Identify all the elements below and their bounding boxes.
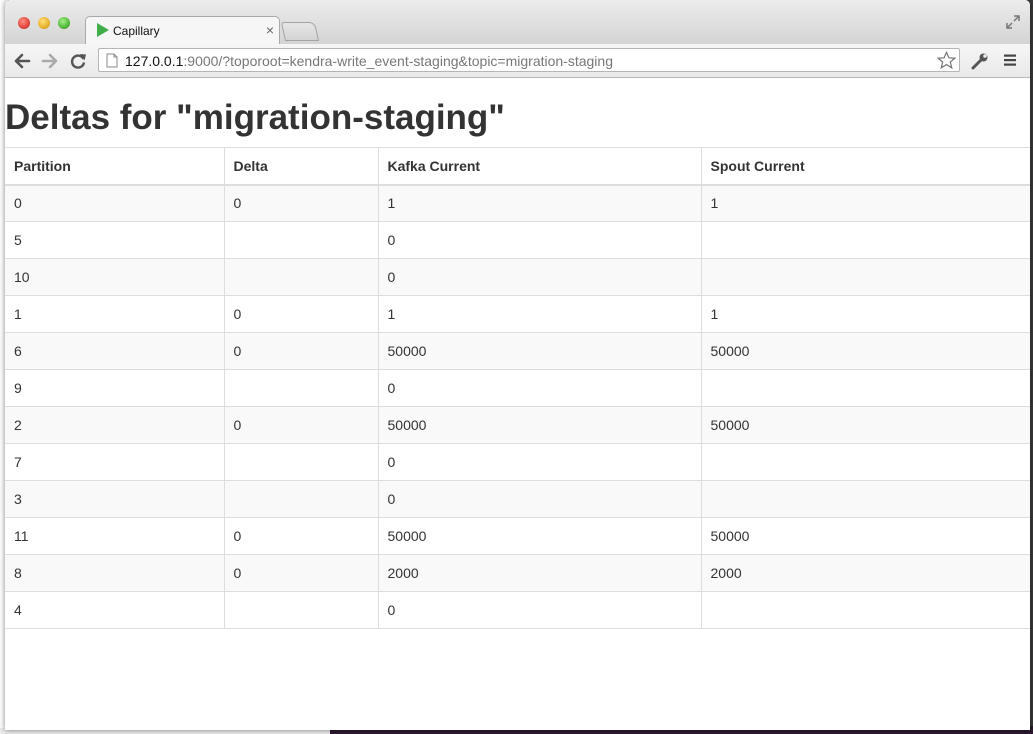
- table-row: 11 0 50000 50000: [5, 517, 1030, 555]
- cell-kafka-current: 0: [378, 258, 702, 296]
- browser-window: Capillary × 127.0.0.1:9000/?toporoot=ken…: [5, 0, 1030, 730]
- cell-kafka-current: 0: [378, 591, 702, 629]
- cell-spout-current: 2000: [701, 554, 1030, 592]
- reload-icon[interactable]: [69, 52, 87, 70]
- cell-partition: 7: [5, 443, 225, 481]
- table-row: 5 0: [5, 221, 1030, 259]
- cell-partition: 6: [5, 332, 225, 370]
- table-row: 3 0: [5, 480, 1030, 518]
- close-window-button[interactable]: [18, 17, 30, 29]
- cell-delta: [224, 591, 379, 629]
- cell-spout-current: 1: [701, 184, 1030, 222]
- menu-icon[interactable]: [1003, 53, 1017, 67]
- cell-kafka-current: 0: [378, 369, 702, 407]
- cell-partition: 5: [5, 221, 225, 259]
- cell-delta: 0: [224, 184, 379, 222]
- cell-delta: [224, 221, 379, 259]
- cell-delta: 0: [224, 554, 379, 592]
- cell-partition: 3: [5, 480, 225, 518]
- url-text: 127.0.0.1:9000/?toporoot=kendra-write_ev…: [125, 53, 613, 69]
- minimize-window-button[interactable]: [38, 17, 50, 29]
- cell-kafka-current: 0: [378, 221, 702, 259]
- back-arrow-icon[interactable]: [13, 52, 31, 70]
- table-row: 1 0 1 1: [5, 295, 1030, 333]
- cell-spout-current: 50000: [701, 517, 1030, 555]
- cell-spout-current: [701, 258, 1030, 296]
- cell-spout-current: [701, 591, 1030, 629]
- play-triangle-icon: [97, 23, 109, 37]
- address-bar[interactable]: 127.0.0.1:9000/?toporoot=kendra-write_ev…: [98, 48, 960, 72]
- cell-kafka-current: 1: [378, 184, 702, 222]
- cell-partition: 8: [5, 554, 225, 592]
- cell-kafka-current: 1: [378, 295, 702, 333]
- cell-partition: 9: [5, 369, 225, 407]
- cell-spout-current: 50000: [701, 332, 1030, 370]
- cell-delta: 0: [224, 295, 379, 333]
- page-title: Deltas for "migration-staging": [5, 98, 505, 137]
- new-tab-button[interactable]: [280, 22, 320, 41]
- zoom-window-button[interactable]: [58, 17, 70, 29]
- page-content: Deltas for "migration-staging" Partition…: [5, 78, 1030, 730]
- cell-partition: 0: [5, 184, 225, 222]
- url-path: :9000/?toporoot=kendra-write_event-stagi…: [183, 53, 613, 69]
- cell-delta: [224, 443, 379, 481]
- cell-delta: 0: [224, 332, 379, 370]
- cell-kafka-current: 50000: [378, 332, 702, 370]
- tab-capillary[interactable]: Capillary ×: [85, 16, 280, 44]
- forward-arrow-icon[interactable]: [41, 52, 59, 70]
- table-row: 2 0 50000 50000: [5, 406, 1030, 444]
- cell-partition: 1: [5, 295, 225, 333]
- title-bar: Capillary ×: [5, 0, 1030, 44]
- cell-kafka-current: 2000: [378, 554, 702, 592]
- table-row: 9 0: [5, 369, 1030, 407]
- tab-close-icon[interactable]: ×: [266, 22, 274, 38]
- cell-partition: 2: [5, 406, 225, 444]
- cell-spout-current: [701, 369, 1030, 407]
- cell-kafka-current: 0: [378, 480, 702, 518]
- cell-delta: 0: [224, 406, 379, 444]
- cell-kafka-current: 0: [378, 443, 702, 481]
- cell-partition: 4: [5, 591, 225, 629]
- table-row: 4 0: [5, 591, 1030, 629]
- cell-spout-current: [701, 443, 1030, 481]
- cell-spout-current: [701, 480, 1030, 518]
- table-header-row: Partition Delta Kafka Current Spout Curr…: [5, 147, 1030, 186]
- cell-delta: 0: [224, 517, 379, 555]
- browser-toolbar: 127.0.0.1:9000/?toporoot=kendra-write_ev…: [5, 44, 1030, 78]
- table-row: 8 0 2000 2000: [5, 554, 1030, 592]
- table-row: 6 0 50000 50000: [5, 332, 1030, 370]
- cell-partition: 11: [5, 517, 225, 555]
- deltas-table: Partition Delta Kafka Current Spout Curr…: [5, 147, 1030, 629]
- cell-spout-current: 50000: [701, 406, 1030, 444]
- tab-title: Capillary: [113, 24, 160, 38]
- header-spout-current: Spout Current: [701, 147, 1030, 186]
- table-row: 7 0: [5, 443, 1030, 481]
- cell-delta: [224, 369, 379, 407]
- star-icon[interactable]: [937, 51, 956, 70]
- cell-partition: 10: [5, 258, 225, 296]
- table-row: 0 0 1 1: [5, 184, 1030, 222]
- header-partition: Partition: [5, 147, 225, 186]
- header-kafka-current: Kafka Current: [378, 147, 702, 186]
- wrench-icon[interactable]: [971, 52, 989, 70]
- page-icon: [106, 53, 118, 68]
- url-host: 127.0.0.1: [125, 53, 184, 69]
- cell-delta: [224, 480, 379, 518]
- header-delta: Delta: [224, 147, 379, 186]
- fullscreen-icon[interactable]: [1006, 15, 1020, 29]
- cell-delta: [224, 258, 379, 296]
- cell-spout-current: 1: [701, 295, 1030, 333]
- cell-kafka-current: 50000: [378, 517, 702, 555]
- cell-spout-current: [701, 221, 1030, 259]
- cell-kafka-current: 50000: [378, 406, 702, 444]
- table-row: 10 0: [5, 258, 1030, 296]
